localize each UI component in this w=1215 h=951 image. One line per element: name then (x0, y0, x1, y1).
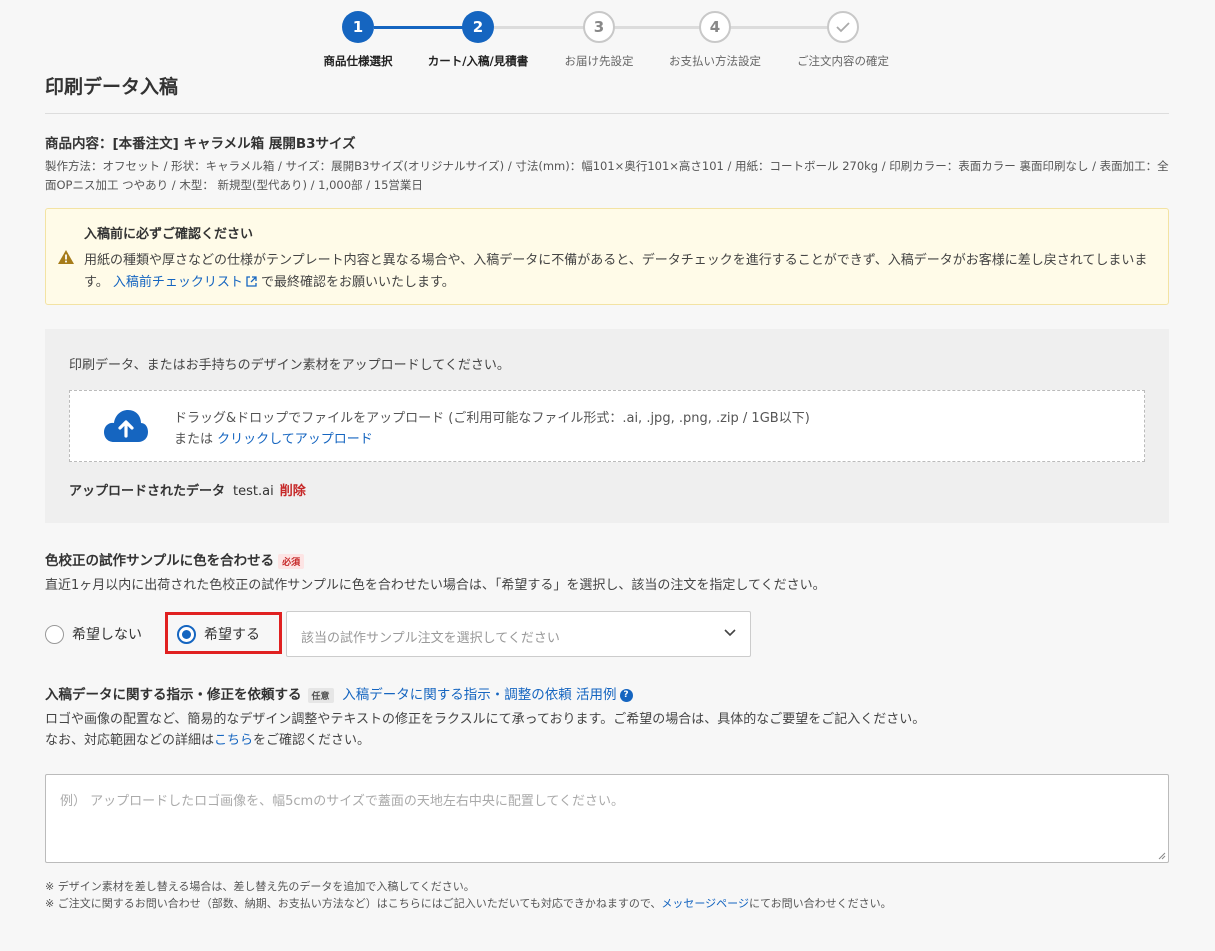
step-connector (614, 26, 700, 29)
step-3-label: お届け先設定 (564, 54, 634, 68)
radio-yes-sample[interactable]: 希望する (177, 624, 260, 644)
color-sample-description: 直近1ヶ月以内に出荷された色校正の試作サンプルに色を合わせたい場合は、「希望する… (45, 578, 826, 593)
file-dropzone[interactable]: ドラッグ&ドロップでファイルをアップロード (ご利用可能なファイル形式：.ai,… (69, 390, 1145, 462)
step-1-label: 商品仕様選択 (323, 54, 393, 68)
divider (45, 113, 1169, 114)
upload-intro: 印刷データ、またはお手持ちのデザイン素材をアップロードしてください。 (69, 358, 510, 373)
optional-badge: 任意 (307, 687, 334, 703)
radio-no-sample[interactable]: 希望しない (45, 624, 142, 644)
cloud-upload-icon (104, 410, 148, 442)
step-1-circle: 1 (342, 11, 374, 43)
drop-instruction: ドラッグ&ドロップでファイルをアップロード (ご利用可能なファイル形式：.ai,… (174, 411, 810, 426)
step-5-circle (827, 11, 859, 43)
resize-handle-icon[interactable] (1158, 852, 1166, 860)
page-title: 印刷データ入稿 (45, 76, 179, 98)
step-2-label: カート/入稿/見積書 (427, 54, 529, 68)
click-upload-link[interactable]: クリックしてアップロード (217, 432, 373, 447)
note-2: ※ ご注文に関するお問い合わせ（部数、納期、お支払い方法など）はこちらにはご記入… (45, 897, 892, 910)
notice-text-after: で最終確認をお願いいたします。 (261, 275, 455, 290)
warning-icon (58, 250, 74, 264)
radio-circle (45, 624, 64, 644)
order-stepper: 1 2 3 4 商品仕様選択 カート/入稿/見積書 お届け先設定 お支払い方法設… (0, 0, 1215, 75)
step-5-label: ご注文内容の確定 (797, 54, 889, 68)
instructions-textarea[interactable] (45, 774, 1169, 863)
example-link[interactable]: 入稿データに関する指示・調整の依頼 活用例 (342, 687, 616, 703)
instructions-title: 入稿データに関する指示・修正を依頼する 任意 入稿データに関する指示・調整の依頼 … (45, 683, 633, 703)
message-page-link[interactable]: メッセージページ (661, 897, 749, 910)
instructions-desc-2: なお、対応範囲などの詳細はこちらをご確認ください。 (45, 733, 371, 748)
color-sample-title: 色校正の試作サンプルに色を合わせる 必須 (45, 549, 305, 569)
step-4-circle: 4 (699, 11, 731, 43)
step-connector (730, 26, 828, 29)
step-connector (494, 26, 584, 29)
step-2-circle: 2 (462, 11, 494, 43)
upload-panel: 印刷データ、またはお手持ちのデザイン素材をアップロードしてください。 ドラッグ&… (45, 329, 1169, 523)
note-1: ※ デザイン素材を差し替える場合は、差し替え先のデータを追加で入稿してください。 (45, 880, 475, 893)
step-4-label: お支払い方法設定 (669, 54, 761, 68)
product-title: 商品内容：[本番注文] キャラメル箱 展開B3サイズ (45, 136, 356, 152)
notice-title: 入稿前に必ずご確認ください (84, 227, 254, 242)
product-spec: 製作方法：オフセット / 形状：キャラメル箱 / サイズ：展開B3サイズ(オリジ… (45, 159, 1169, 192)
required-badge: 必須 (278, 553, 305, 569)
check-icon (836, 22, 850, 33)
step-connector (374, 26, 464, 29)
notice-body: 用紙の種類や厚さなどの仕様がテンプレート内容と異なる場合や、入稿データに不備があ… (84, 250, 1154, 294)
delete-file-link[interactable]: 削除 (280, 484, 306, 499)
uploaded-label: アップロードされたデータ (69, 484, 226, 499)
instructions-desc-1: ロゴや画像の配置など、簡易的なデザイン調整やテキストの修正をラクスルにて承ってお… (45, 712, 926, 727)
drop-alt: または クリックしてアップロード (174, 432, 373, 447)
chevron-down-icon (724, 629, 736, 637)
sample-order-select[interactable]: 該当の試作サンプル注文を選択してください (286, 611, 751, 657)
step-3-circle: 3 (583, 11, 615, 43)
help-icon[interactable]: ? (619, 688, 633, 702)
details-link[interactable]: こちら (214, 733, 253, 748)
notice-box: 入稿前に必ずご確認ください 用紙の種類や厚さなどの仕様がテンプレート内容と異なる… (45, 208, 1169, 305)
uploaded-file-row: アップロードされたデータ test.ai 削除 (69, 480, 306, 499)
checklist-link[interactable]: 入稿前チェックリスト (113, 275, 257, 290)
external-link-icon (246, 276, 257, 287)
select-placeholder: 該当の試作サンプル注文を選択してください (301, 631, 560, 646)
radio-circle-selected (177, 624, 196, 644)
uploaded-file-name: test.ai (233, 484, 274, 499)
